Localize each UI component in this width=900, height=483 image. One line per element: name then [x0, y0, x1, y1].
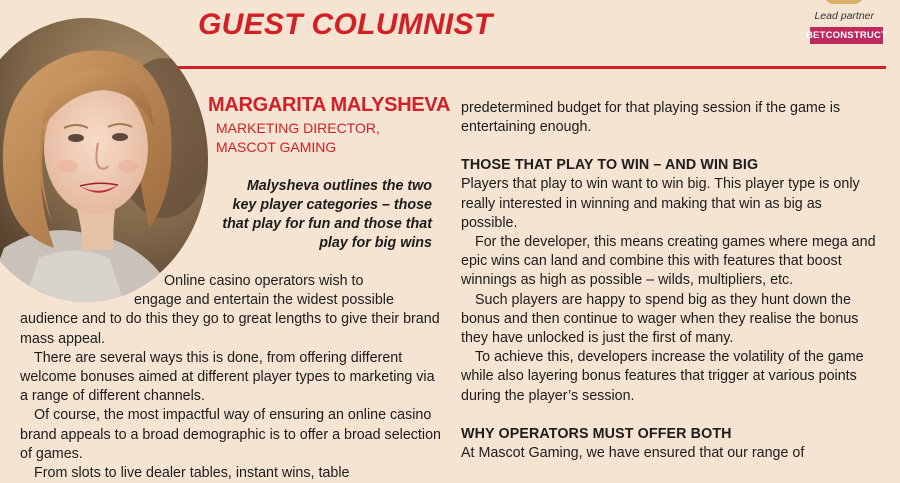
partner-emblem-icon [824, 0, 864, 4]
standfirst-line2: key player categories – those [232, 197, 432, 213]
paragraph: For the developer, this means creating g… [461, 234, 876, 289]
section-title: GUEST COLUMNIST [198, 8, 493, 41]
author-role-line2: MASCOT GAMING [216, 139, 337, 155]
paragraph: predetermined budget for that playing se… [461, 100, 841, 136]
standfirst-line4: play for big wins [319, 235, 432, 251]
author-role: MARKETING DIRECTOR, MASCOT GAMING [216, 119, 416, 157]
paragraph: There are several ways this is done, fro… [20, 349, 435, 405]
subheading: THOSE THAT PLAY TO WIN – AND WIN BIG [461, 157, 759, 174]
standfirst-line1: Malysheva outlines the two [246, 178, 432, 194]
standfirst-line3: that play for fun and those that [222, 216, 432, 232]
standfirst: Malysheva outlines the two key player ca… [190, 177, 432, 253]
lead-paragraph-line1: Online casino operators wish to [164, 273, 364, 289]
partner-logo: BETCONSTRUCT [806, 27, 887, 44]
article-page: Lead partner BETCONSTRUCT GUEST COLUMNIS… [0, 0, 900, 481]
header-divider [170, 66, 886, 69]
author-role-line1: MARKETING DIRECTOR, [216, 120, 380, 136]
partner-label: Lead partner [814, 10, 874, 22]
paragraph: Such players are happy to spend big as t… [461, 291, 859, 347]
lead-paragraph-rest: audience and to do this they go to great… [20, 311, 440, 347]
lead-paragraph-line2: engage and entertain the widest possible [134, 292, 394, 309]
paragraph: To achieve this, developers increase the… [461, 349, 864, 404]
article-right-column: predetermined budget for that playing se… [461, 99, 881, 463]
paragraph: At Mascot Gaming, we have ensured that o… [461, 444, 805, 461]
article-left-column: Online casino operators wish to engage a… [20, 272, 442, 483]
author-name: MARGARITA MALYSHEVA [208, 94, 451, 116]
subheading: WHY OPERATORS MUST OFFER BOTH [461, 425, 732, 442]
paragraph: Of course, the most impactful way of ens… [20, 407, 441, 462]
portrait-icon [0, 18, 208, 302]
author-portrait [0, 18, 208, 302]
paragraph: Players that play to win want to win big… [461, 176, 860, 231]
paragraph: From slots to live dealer tables, instan… [34, 465, 350, 482]
